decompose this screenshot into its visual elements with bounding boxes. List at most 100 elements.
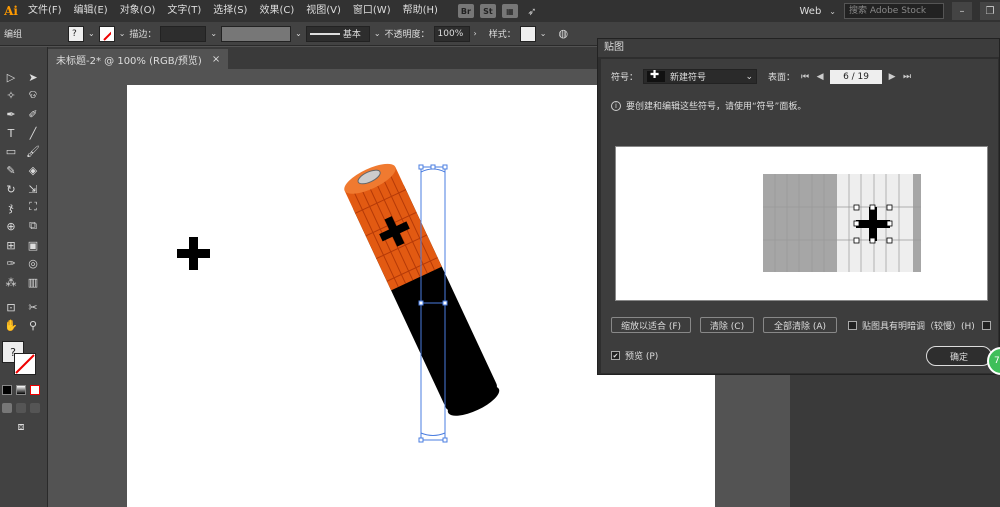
graphic-style-swatch[interactable] <box>519 25 536 42</box>
shading-label: 贴图具有明暗调（较慢）(H) <box>862 321 975 332</box>
draw-behind-icon[interactable] <box>16 403 26 413</box>
gradient-tool-icon[interactable]: ▣ <box>24 237 42 253</box>
chevron-down-icon[interactable]: ⌄ <box>88 29 95 38</box>
clear-all-button[interactable]: 全部清除 (A) <box>763 317 837 333</box>
gpu-performance-icon[interactable]: ➶ <box>524 4 540 18</box>
type-tool-icon[interactable]: T <box>2 125 20 141</box>
artboard-tool-icon[interactable]: ⊡ <box>2 299 20 315</box>
scale-tool-icon[interactable]: ⇲ <box>24 181 42 197</box>
zoom-tool-icon[interactable]: ⚲ <box>24 317 42 333</box>
last-surface-icon[interactable]: ⏭ <box>902 71 912 83</box>
no-stroke-icon <box>102 31 111 41</box>
invisible-geometry-checkbox[interactable] <box>981 320 991 330</box>
stock-icon[interactable]: St <box>479 4 496 18</box>
fill-stroke-widget[interactable]: ? <box>2 341 42 381</box>
eraser-tool-icon[interactable]: ◈ <box>24 162 42 178</box>
info-text: 要创建和编辑这些符号，请使用“符号”面板。 <box>626 102 807 112</box>
brush-style-name: 基本 <box>342 30 361 40</box>
first-surface-icon[interactable]: ⏮ <box>800 71 810 83</box>
surface-page-input[interactable]: 6 / 19 <box>830 69 883 84</box>
map-art-preview[interactable] <box>615 146 988 301</box>
menu-file[interactable]: 文件(F) <box>22 0 68 22</box>
shading-checkbox[interactable] <box>848 320 857 330</box>
direct-selection-tool-icon[interactable]: ➤ <box>24 69 42 85</box>
draw-mode-buttons <box>2 403 40 413</box>
chevron-right-icon[interactable]: › <box>474 29 477 38</box>
selection-tool-icon[interactable]: ▷ <box>2 69 20 85</box>
symbol-label: 符号： <box>611 73 639 83</box>
style-label: 样式： <box>488 30 516 40</box>
document-tab[interactable]: 未标题-2* @ 100% (RGB/预览) × <box>48 49 229 69</box>
pen-tool-icon[interactable]: ✒ <box>2 106 20 122</box>
opacity-input[interactable]: 100% <box>433 25 470 42</box>
chevron-down-icon[interactable]: ⌄ <box>119 29 126 38</box>
free-transform-tool-icon[interactable]: ⛶ <box>24 199 42 215</box>
variable-width-profile[interactable] <box>221 25 292 42</box>
symbol-thumbnail <box>647 68 666 82</box>
bridge-icon[interactable]: Br <box>457 4 474 18</box>
menu-object[interactable]: 对象(O) <box>114 0 162 22</box>
arrange-documents-icon[interactable]: ▦ <box>501 4 518 18</box>
restore-icon[interactable]: ❐ <box>980 2 1000 20</box>
gradient-fill-icon[interactable] <box>16 385 26 395</box>
menu-window[interactable]: 窗口(W) <box>347 0 397 22</box>
close-icon[interactable]: × <box>212 54 220 65</box>
eyedropper-tool-icon[interactable]: ✑ <box>2 255 20 271</box>
preview-label: 预览 (P) <box>625 352 659 362</box>
minimize-icon[interactable]: – <box>952 2 972 20</box>
mesh-tool-icon[interactable]: ⊞ <box>2 237 20 253</box>
paintbrush-tool-icon[interactable]: 🖌 <box>24 143 42 159</box>
chevron-down-icon[interactable]: ⌄ <box>295 29 302 38</box>
screen-mode-icon[interactable]: ⧈ <box>12 419 30 435</box>
shape-builder-tool-icon[interactable]: ⊕ <box>2 218 20 234</box>
slice-tool-icon[interactable]: ✂ <box>24 299 42 315</box>
stock-search-input[interactable]: 搜索 Adobe Stock <box>844 3 944 19</box>
none-fill-icon[interactable] <box>30 385 40 395</box>
chevron-down-icon[interactable]: ⌄ <box>374 29 381 38</box>
draw-inside-icon[interactable] <box>30 403 40 413</box>
rotate-tool-icon[interactable]: ↻ <box>2 181 20 197</box>
ok-button[interactable]: 确定 <box>926 346 992 366</box>
menu-effect[interactable]: 效果(C) <box>253 0 300 22</box>
symbol-select[interactable]: 新建符号 ⌄ <box>643 68 758 84</box>
menu-type[interactable]: 文字(T) <box>161 0 207 22</box>
perspective-grid-tool-icon[interactable]: ⧉ <box>24 218 42 234</box>
brush-definition[interactable]: 基本 <box>305 25 370 42</box>
surface-map-preview[interactable] <box>616 147 989 302</box>
hand-tool-icon[interactable]: ✋ <box>2 317 20 333</box>
stroke-swatch[interactable] <box>98 25 115 42</box>
menu-edit[interactable]: 编辑(E) <box>68 0 114 22</box>
previous-surface-icon[interactable]: ◀ <box>815 71 825 83</box>
curvature-tool-icon[interactable]: ✐ <box>24 106 42 122</box>
selection-type-label: 编组 <box>4 30 23 40</box>
chevron-down-icon[interactable]: ⌄ <box>540 29 547 38</box>
symbol-sprayer-tool-icon[interactable]: ⁂ <box>2 274 20 290</box>
fill-swatch[interactable]: ? <box>68 25 84 42</box>
line-tool-icon[interactable]: ╱ <box>24 125 42 141</box>
draw-normal-icon[interactable] <box>2 403 12 413</box>
column-graph-tool-icon[interactable]: ▥ <box>24 274 42 290</box>
warp-tool-icon[interactable]: ჯ <box>2 199 20 215</box>
blend-tool-icon[interactable]: ◎ <box>24 255 42 271</box>
clear-button[interactable]: 清除 (C) <box>700 317 754 333</box>
document-tab-title: 未标题-2* @ 100% (RGB/预览) <box>56 55 202 67</box>
recolor-artwork-icon[interactable]: ◍ <box>558 27 568 40</box>
chevron-down-icon[interactable]: ⌄ <box>210 29 217 38</box>
scale-to-fit-button[interactable]: 缩放以适合 (F) <box>611 317 691 333</box>
next-surface-icon[interactable]: ▶ <box>887 71 897 83</box>
workspace-switcher[interactable]: Web <box>799 6 821 17</box>
shaper-tool-icon[interactable]: ✎ <box>2 162 20 178</box>
rectangle-tool-icon[interactable]: ▭ <box>2 143 20 159</box>
chevron-down-icon: ⌄ <box>829 6 836 16</box>
dialog-body: 符号： 新建符号 ⌄ 表面： ⏮ ◀ 6 / 19 ▶ ⏭ i 要创建和编辑这些… <box>601 59 998 373</box>
stroke-weight-input[interactable] <box>160 25 207 42</box>
menu-view[interactable]: 视图(V) <box>300 0 347 22</box>
dialog-title: 贴图 <box>598 39 999 57</box>
menu-select[interactable]: 选择(S) <box>207 0 253 22</box>
stroke-swatch-large[interactable] <box>14 353 36 375</box>
preview-checkbox[interactable]: ✔ <box>611 351 620 360</box>
color-fill-icon[interactable] <box>2 385 12 395</box>
menu-help[interactable]: 帮助(H) <box>397 0 444 22</box>
magic-wand-tool-icon[interactable]: ✧ <box>2 87 20 103</box>
lasso-tool-icon[interactable]: ଡ <box>24 87 42 103</box>
